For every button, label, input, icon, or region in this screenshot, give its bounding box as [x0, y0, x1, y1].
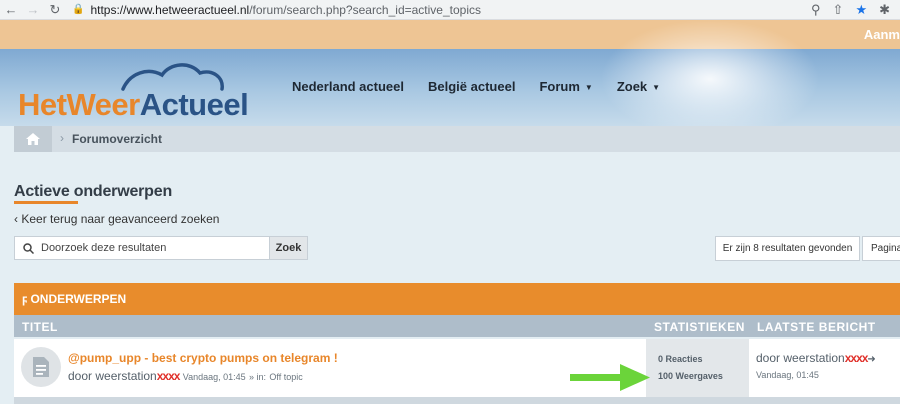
- address-bar[interactable]: 🔒 https://www.hetweeractueel.nl/forum/se…: [72, 3, 481, 17]
- reload-icon[interactable]: ↻: [44, 2, 66, 18]
- login-link[interactable]: Aanm: [864, 27, 900, 42]
- nav-item-belgie[interactable]: België actueel: [428, 79, 515, 94]
- url-host: https://www.hetweeractueel.nl: [90, 2, 250, 17]
- topic-time: Vandaag, 01:45: [182, 372, 246, 382]
- last-post-author: door weerstationxxxx➜: [756, 351, 876, 365]
- caret-down-icon: ▼: [652, 83, 661, 93]
- topics-header: ϝ ONDERWERPEN: [14, 283, 900, 315]
- search-input[interactable]: [41, 242, 251, 254]
- topic-title-link[interactable]: @pump_upp - best crypto pumps on telegra…: [68, 351, 338, 365]
- search-box: [14, 236, 270, 260]
- main-nav: Nederland actueel België actueel Forum ▼ …: [292, 79, 660, 94]
- column-last-post: LAATSTE BERICHT: [757, 320, 876, 334]
- pagination-button[interactable]: Pagina: [862, 236, 900, 261]
- results-count: Er zijn 8 resultaten gevonden: [715, 236, 860, 261]
- column-header: TITEL STATISTIEKEN LAATSTE BERICHT: [14, 315, 900, 337]
- title-underline: [14, 201, 78, 204]
- search-icon: [23, 242, 34, 254]
- topic-forum-link[interactable]: Off topic: [269, 372, 302, 382]
- bolt-icon: ϝ: [22, 292, 28, 306]
- lock-icon: 🔒: [72, 4, 85, 15]
- redacted-mark: xxxx: [844, 351, 869, 365]
- star-icon[interactable]: ★: [855, 2, 867, 18]
- search-button[interactable]: Zoek: [269, 236, 308, 260]
- back-link[interactable]: ‹ Keer terug naar geavanceerd zoeken: [14, 212, 219, 226]
- share-icon[interactable]: ⇧: [833, 2, 844, 18]
- nav-item-zoek[interactable]: Zoek ▼: [617, 79, 660, 94]
- page-title: Actieve onderwerpen: [14, 183, 173, 200]
- topic-meta: door weerstationxxxx Vandaag, 01:45 » in…: [68, 369, 303, 383]
- url-path: /forum/search.php?search_id=active_topic…: [249, 2, 481, 17]
- views-count: 100 Weergaves: [658, 371, 723, 381]
- caret-down-icon: ▼: [584, 83, 593, 93]
- row-divider: [14, 397, 900, 404]
- last-post-time: Vandaag, 01:45: [756, 370, 819, 380]
- home-icon: [26, 133, 40, 145]
- forward-arrow-icon[interactable]: →: [22, 2, 44, 17]
- breadcrumb-forum-overview[interactable]: Forumoverzicht: [72, 132, 162, 146]
- document-icon: [21, 347, 61, 387]
- column-stats: STATISTIEKEN: [654, 320, 745, 334]
- green-arrow-annotation: [570, 364, 650, 391]
- breadcrumb: › Forumoverzicht: [14, 126, 900, 152]
- replies-count: 0 Reacties: [658, 354, 703, 364]
- table-row: @pump_upp - best crypto pumps on telegra…: [14, 339, 900, 397]
- back-arrow-icon[interactable]: ←: [0, 2, 22, 17]
- extensions-icon[interactable]: ✱: [879, 2, 890, 18]
- column-title: TITEL: [22, 320, 58, 334]
- browser-toolbar: ← → ↻ 🔒 https://www.hetweeractueel.nl/fo…: [0, 0, 900, 20]
- site-header: HetWeerActueel Nederland actueel België …: [0, 19, 900, 139]
- breadcrumb-chevron-icon: ›: [60, 131, 64, 145]
- goto-post-icon[interactable]: ➜: [867, 354, 875, 365]
- zoom-icon[interactable]: ⚲: [811, 2, 821, 18]
- topic-stats: 0 Reacties 100 Weergaves: [646, 339, 749, 397]
- nav-item-nederland[interactable]: Nederland actueel: [292, 79, 404, 94]
- nav-item-forum[interactable]: Forum ▼: [539, 79, 592, 94]
- redacted-mark: xxxx: [156, 369, 181, 383]
- site-logo[interactable]: HetWeerActueel: [18, 59, 263, 123]
- topic-in-prefix: » in:: [249, 372, 267, 382]
- topic-author[interactable]: door weerstation: [68, 369, 157, 383]
- logo-text: HetWeerActueel: [18, 87, 249, 122]
- home-button[interactable]: [14, 126, 52, 152]
